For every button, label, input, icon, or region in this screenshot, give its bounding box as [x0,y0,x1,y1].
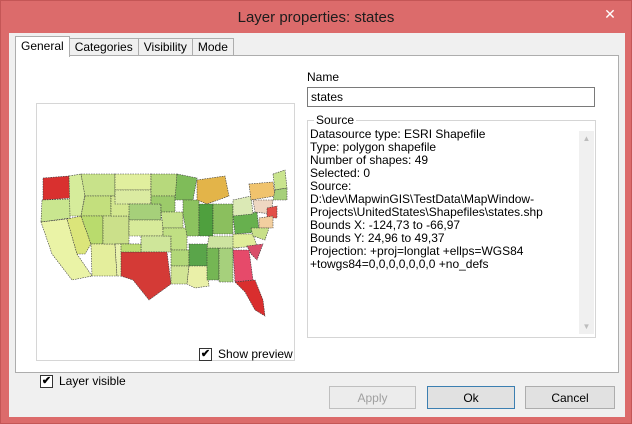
source-legend: Source [314,113,357,127]
show-preview-checkbox[interactable]: ✔ Show preview [199,347,293,361]
layer-visible-checkbox[interactable]: ✔ Layer visible [40,374,126,388]
tab-mode[interactable]: Mode [191,38,234,56]
tab-visibility[interactable]: Visibility [137,38,193,56]
check-icon[interactable]: ✔ [199,347,212,361]
layer-visible-label: Layer visible [59,374,126,388]
name-field[interactable] [307,87,595,107]
layer-properties-window: Layer properties: states ✕ General Categ… [0,0,632,424]
cancel-button[interactable]: Cancel [525,386,615,409]
tab-categories[interactable]: Categories [68,38,139,56]
map-preview [36,103,295,361]
name-label: Name [307,70,340,84]
source-info-text: Datasource type: ESRI Shapefile Type: po… [310,127,543,271]
title-bar[interactable]: Layer properties: states ✕ [1,1,631,33]
scroll-down-icon[interactable]: ▼ [579,319,594,334]
dialog-client: General Categories Visibility Mode ✔ Lay… [9,33,625,417]
tab-general[interactable]: General [15,36,70,57]
check-icon[interactable]: ✔ [40,374,53,388]
close-icon[interactable]: ✕ [595,3,625,25]
show-preview-label: Show preview [218,347,293,361]
ok-button[interactable]: Ok [427,386,515,409]
us-states-map-icon [40,169,288,317]
window-title: Layer properties: states [237,9,395,26]
tab-strip: General Categories Visibility Mode [15,36,234,57]
apply-button[interactable]: Apply [329,386,416,409]
source-groupbox: Source Datasource type: ESRI Shapefile T… [307,113,596,338]
scroll-up-icon[interactable]: ▲ [579,131,594,146]
source-scrollbar[interactable]: ▲ ▼ [579,131,594,334]
